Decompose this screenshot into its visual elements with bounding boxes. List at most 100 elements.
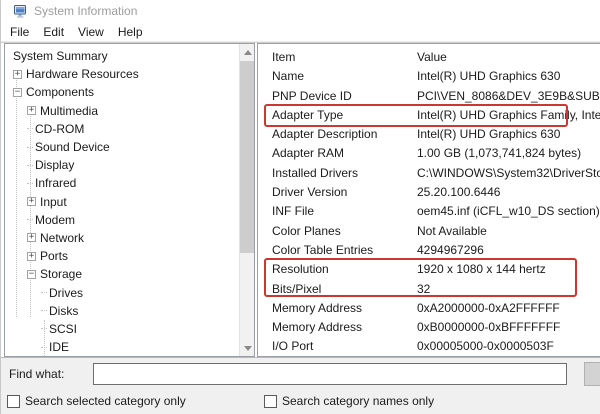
collapse-minus-icon[interactable]: − — [27, 270, 36, 279]
detail-value: C:\WINDOWS\System32\DriverStor — [417, 164, 600, 183]
tree-item-components[interactable]: −Components — [5, 83, 239, 101]
checkbox-icon[interactable] — [264, 395, 277, 408]
tree-connector — [41, 292, 47, 293]
tree-item-disks[interactable]: Disks — [5, 302, 239, 320]
tree-connector — [41, 347, 47, 348]
detail-value: Intel(R) UHD Graphics 630 — [417, 125, 600, 144]
detail-value: 25.20.100.6446 — [417, 183, 600, 202]
tree-connector — [27, 219, 33, 220]
tree-connector — [27, 165, 33, 166]
category-tree-pane: System Summary+Hardware Resources−Compon… — [4, 43, 255, 357]
detail-item: Adapter RAM — [258, 144, 417, 163]
detail-item: Driver Version — [258, 183, 417, 202]
detail-value: 1920 x 1080 x 144 hertz — [417, 260, 600, 279]
tree-item-label: Disks — [49, 304, 78, 318]
checkbox-label: Search category names only — [282, 394, 434, 408]
menu-edit[interactable]: Edit — [36, 24, 71, 40]
scroll-down-icon[interactable] — [240, 340, 255, 356]
tree-item-ide[interactable]: IDE — [5, 338, 239, 356]
detail-value: 0xA2000000-0xA2FFFFFF — [417, 299, 600, 318]
scrollbar-thumb[interactable] — [240, 61, 255, 253]
tree-item-hardware-resources[interactable]: + Hardware Resources — [5, 65, 239, 83]
checkbox-search-selected-category[interactable]: Search selected category only — [7, 394, 186, 408]
tree-item-label: Components — [26, 85, 94, 99]
find-button[interactable] — [584, 362, 600, 386]
tree-item-sound-device[interactable]: Sound Device — [5, 138, 239, 156]
tree-scrollbar[interactable] — [239, 44, 254, 356]
expand-plus-icon[interactable]: + — [27, 106, 36, 115]
tree-item-label: System Summary — [13, 49, 108, 63]
menu-file[interactable]: File — [3, 24, 36, 40]
detail-value: 0x00005000-0x0000503F — [417, 337, 600, 356]
tree-item-multimedia[interactable]: +Multimedia — [5, 102, 239, 120]
tree-item-label: Hardware Resources — [26, 67, 139, 81]
tree-item-input[interactable]: +Input — [5, 193, 239, 211]
detail-row-installed-drivers[interactable]: Installed DriversC:\WINDOWS\System32\Dri… — [258, 164, 600, 183]
tree-item-modem[interactable]: Modem — [5, 211, 239, 229]
system-information-icon — [14, 5, 28, 18]
detail-row-color-table-entries[interactable]: Color Table Entries4294967296 — [258, 241, 600, 260]
tree-item-network[interactable]: + Network — [5, 229, 239, 247]
detail-item: PNP Device ID — [258, 87, 417, 106]
expand-plus-icon[interactable]: + — [27, 197, 36, 206]
window-title: System Information — [34, 4, 137, 18]
detail-value: Intel(R) UHD Graphics 630 — [417, 67, 600, 86]
search-options-row: Search selected category only Search cat… — [1, 394, 600, 412]
detail-item: Resolution — [258, 260, 417, 279]
collapse-minus-icon[interactable]: − — [13, 88, 22, 97]
detail-item: Color Planes — [258, 222, 417, 241]
tree-item-display[interactable]: Display — [5, 156, 239, 174]
checkbox-icon[interactable] — [7, 395, 20, 408]
detail-value: oem45.inf (iCFL_w10_DS section) — [417, 202, 600, 221]
menu-bar: File Edit View Help — [1, 22, 600, 41]
column-header-value[interactable]: Value — [417, 48, 600, 67]
tree-item-cd-rom[interactable]: CD-ROM — [5, 120, 239, 138]
checkbox-search-category-names[interactable]: Search category names only — [264, 394, 434, 408]
detail-row-memory-address[interactable]: Memory Address0xA2000000-0xA2FFFFFF — [258, 299, 600, 318]
tree-item-label: Modem — [35, 213, 75, 227]
expand-plus-icon[interactable]: + — [27, 252, 36, 261]
tree-connector — [27, 147, 33, 148]
tree-item-label: Network — [40, 231, 84, 245]
detail-row-memory-address[interactable]: Memory Address0xB0000000-0xBFFFFFFF — [258, 318, 600, 337]
category-tree: System Summary+Hardware Resources−Compon… — [5, 47, 239, 356]
detail-value: 32 — [417, 280, 600, 299]
tree-item-scsi[interactable]: SCSI — [5, 320, 239, 338]
tree-item-label: Display — [35, 158, 74, 172]
tree-item-storage[interactable]: −Storage — [5, 265, 239, 283]
detail-item: Adapter Description — [258, 125, 417, 144]
tree-connector — [41, 310, 47, 311]
tree-item-system-summary[interactable]: System Summary — [5, 47, 239, 65]
detail-row-adapter-description[interactable]: Adapter DescriptionIntel(R) UHD Graphics… — [258, 125, 600, 144]
detail-row-color-planes[interactable]: Color PlanesNot Available — [258, 222, 600, 241]
detail-value: 4294967296 — [417, 241, 600, 260]
detail-item: Memory Address — [258, 299, 417, 318]
find-bar: Find what: Search selected category only… — [1, 357, 600, 414]
detail-row-pnp-device-id[interactable]: PNP Device IDPCI\VEN_8086&DEV_3E9B&SUBSY… — [258, 87, 600, 106]
detail-row-driver-version[interactable]: Driver Version25.20.100.6446 — [258, 183, 600, 202]
tree-connector — [41, 328, 47, 329]
menu-help[interactable]: Help — [111, 24, 150, 40]
tree-connector — [27, 128, 33, 129]
tree-item-infrared[interactable]: Infrared — [5, 174, 239, 192]
column-header-item[interactable]: Item — [258, 48, 417, 67]
detail-row-adapter-ram[interactable]: Adapter RAM1.00 GB (1,073,741,824 bytes) — [258, 144, 600, 163]
scroll-up-icon[interactable] — [240, 44, 255, 60]
detail-row-bits-pixel[interactable]: Bits/Pixel32 — [258, 280, 600, 299]
detail-row-resolution[interactable]: Resolution1920 x 1080 x 144 hertz — [258, 260, 600, 279]
details-header-row: Item Value — [258, 48, 600, 67]
expand-plus-icon[interactable]: + — [13, 70, 22, 79]
expand-plus-icon[interactable]: + — [27, 233, 36, 242]
title-bar: System Information — [1, 0, 600, 22]
menu-view[interactable]: View — [71, 24, 111, 40]
tree-item-label: IDE — [49, 340, 69, 354]
find-input[interactable] — [93, 363, 567, 385]
detail-row-adapter-type[interactable]: Adapter TypeIntel(R) UHD Graphics Family… — [258, 106, 600, 125]
detail-row-inf-file[interactable]: INF Fileoem45.inf (iCFL_w10_DS section) — [258, 202, 600, 221]
detail-row-i-o-port[interactable]: I/O Port0x00005000-0x0000503F — [258, 337, 600, 356]
detail-row-name[interactable]: NameIntel(R) UHD Graphics 630 — [258, 67, 600, 86]
tree-item-drives[interactable]: Drives — [5, 283, 239, 301]
tree-item-ports[interactable]: +Ports — [5, 247, 239, 265]
tree-item-label: Infrared — [35, 176, 76, 190]
detail-item: Memory Address — [258, 318, 417, 337]
